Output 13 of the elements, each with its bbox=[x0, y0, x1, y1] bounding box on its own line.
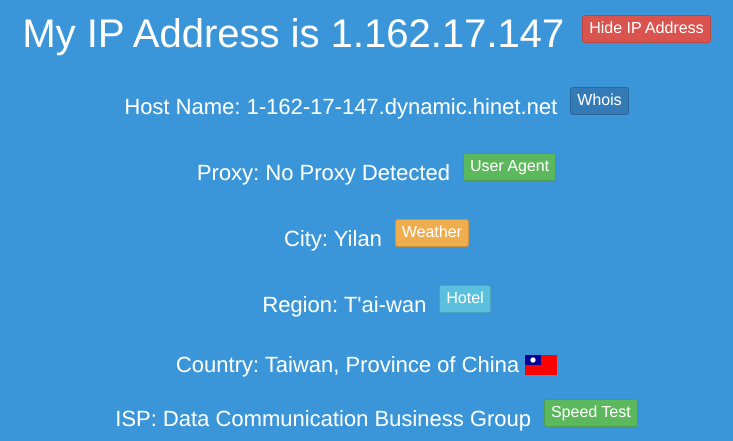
action-button[interactable]: Weather bbox=[394, 219, 469, 247]
action-button[interactable]: Hide IP Address bbox=[582, 15, 711, 43]
action-button[interactable]: User Agent bbox=[462, 153, 556, 181]
page-heading: My IP Address is 1.162.17.147 bbox=[22, 11, 564, 58]
action-button[interactable]: Speed Test bbox=[544, 399, 638, 427]
action-button[interactable]: Hotel bbox=[439, 285, 491, 313]
info-text: Proxy: No Proxy Detected bbox=[196, 160, 450, 186]
info-text: Host Name: 1-162-17-147.dynamic.hinet.net bbox=[124, 94, 558, 120]
info-text: ISP: Data Communication Business Group bbox=[115, 406, 531, 432]
action-button[interactable]: Whois bbox=[570, 87, 629, 115]
info-text: Country: Taiwan, Province of China bbox=[176, 352, 520, 378]
info-text: Region: T'ai-wan bbox=[262, 292, 426, 318]
info-text: City: Yilan bbox=[284, 226, 382, 252]
